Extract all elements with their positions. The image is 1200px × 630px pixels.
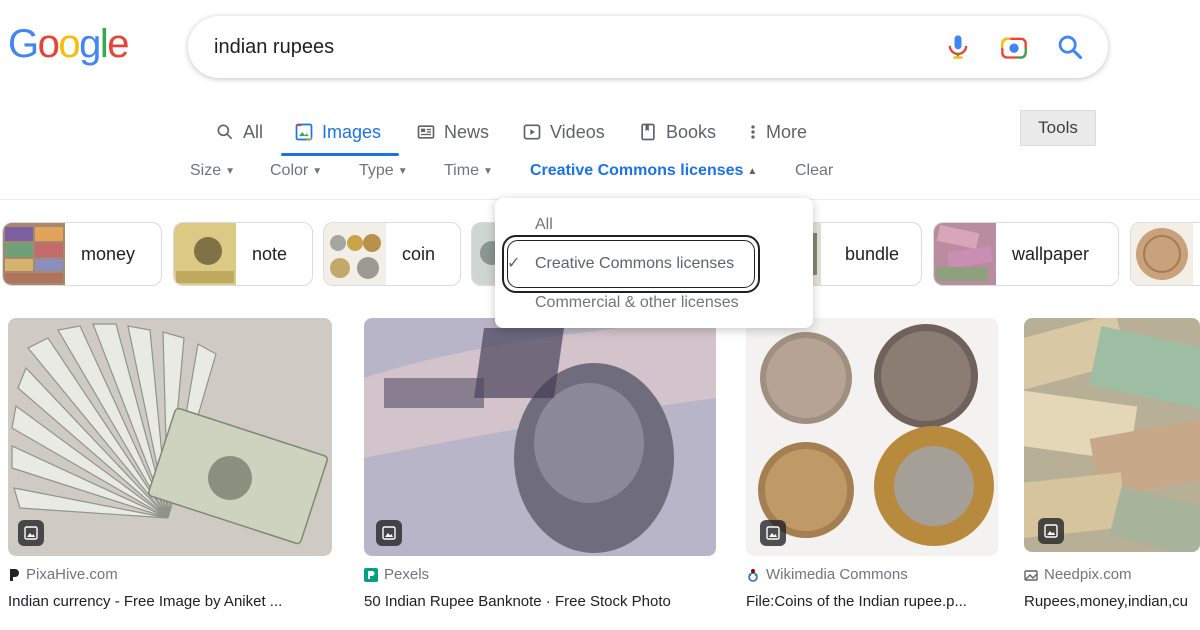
tab-all[interactable]: All [215, 108, 263, 156]
search-icon [217, 124, 233, 140]
result-image[interactable] [1024, 318, 1200, 552]
filter-label: Clear [795, 162, 834, 179]
search-icon[interactable] [1056, 33, 1084, 61]
image-icon [295, 123, 313, 141]
needpix-icon [1024, 569, 1038, 581]
chip-partial[interactable] [1130, 222, 1200, 286]
filter-usage-rights[interactable]: Creative Commons licenses ▲ [530, 162, 757, 180]
chip-thumbnail [174, 223, 236, 285]
book-icon [641, 123, 655, 141]
result-source: Pexels [364, 566, 429, 583]
menu-item-commercial[interactable]: Commercial & other licenses [535, 294, 739, 312]
filter-time[interactable]: Time ▼ [444, 162, 493, 180]
logo-letter: G [8, 22, 39, 66]
chip-thumbnail [1131, 223, 1193, 285]
kebab-icon [751, 125, 755, 139]
tab-label: More [766, 121, 808, 142]
logo-letter: o [58, 22, 80, 66]
chip-thumbnail [934, 223, 996, 285]
usage-rights-menu: All ✓ Creative Commons licenses Commerci… [495, 198, 813, 328]
tab-more[interactable]: More [748, 108, 807, 156]
filter-label: Type [359, 162, 394, 179]
image-badge-icon [760, 520, 786, 546]
search-box [188, 16, 1108, 78]
image-badge-icon [18, 520, 44, 546]
result-source-label: Wikimedia Commons [766, 566, 908, 583]
filter-size[interactable]: Size ▼ [190, 162, 235, 180]
filter-row: Size ▼ Color ▼ Type ▼ Time ▼ Creative Common… [0, 162, 1200, 188]
logo-letter: o [37, 22, 60, 66]
caret-up-icon: ▲ [747, 165, 758, 177]
filter-label: Time [444, 162, 479, 179]
filter-clear[interactable]: Clear [795, 162, 833, 180]
caret-down-icon: ▼ [482, 165, 493, 177]
caret-down-icon: ▼ [225, 165, 236, 177]
logo-letter: l [99, 22, 109, 66]
filter-label: Color [270, 162, 309, 179]
chip-label: coin [402, 243, 436, 264]
chip-label: note [252, 243, 288, 264]
highlight-ring [502, 235, 760, 293]
chip-label: wallpaper [1012, 243, 1090, 264]
result-title[interactable]: 50 Indian Rupee Banknote · Free Stock Ph… [364, 593, 716, 610]
tab-label: Books [666, 121, 717, 142]
result-source: Needpix.com [1024, 566, 1132, 583]
tab-label: News [444, 121, 490, 142]
result-image[interactable] [364, 318, 716, 556]
tab-news[interactable]: News [416, 108, 489, 156]
filter-label: Creative Commons licenses [530, 162, 744, 179]
mic-icon[interactable] [944, 33, 972, 61]
play-icon [523, 124, 541, 140]
result-title[interactable]: Indian currency - Free Image by Aniket .… [8, 593, 328, 610]
wikimedia-icon [748, 568, 758, 582]
search-input[interactable] [214, 16, 914, 78]
news-icon [417, 125, 435, 139]
filter-color[interactable]: Color ▼ [270, 162, 322, 180]
caret-down-icon: ▼ [397, 165, 408, 177]
image-badge-icon [376, 520, 402, 546]
result-title[interactable]: Rupees,money,indian,cu [1024, 593, 1200, 610]
pixahive-icon [10, 568, 19, 581]
result-source: Wikimedia Commons [746, 566, 908, 583]
chip-wallpaper[interactable]: wallpaper [933, 222, 1119, 286]
tab-books[interactable]: Books [638, 108, 716, 156]
chip-thumbnail [324, 223, 386, 285]
menu-item-all[interactable]: All [535, 216, 553, 234]
chip-coin[interactable]: coin [323, 222, 461, 286]
chip-note[interactable]: note [173, 222, 313, 286]
chip-money[interactable]: money [2, 222, 162, 286]
result-source-label: Needpix.com [1044, 566, 1132, 583]
camera-icon[interactable] [1000, 33, 1028, 61]
result-image[interactable] [8, 318, 332, 556]
chip-thumbnail [3, 223, 65, 285]
result-source-label: PixaHive.com [26, 566, 118, 583]
tab-label: Images [322, 121, 382, 142]
highlight-ring-inner [507, 240, 755, 288]
logo-letter: g [79, 22, 101, 66]
caret-down-icon: ▼ [312, 165, 323, 177]
image-badge-icon [1038, 518, 1064, 544]
result-title[interactable]: File:Coins of the Indian rupee.p... [746, 593, 998, 610]
tab-videos[interactable]: Videos [522, 108, 605, 156]
tab-label: Videos [550, 121, 605, 142]
tab-images[interactable]: Images [294, 108, 381, 156]
tools-button[interactable]: Tools [1020, 110, 1096, 146]
chip-label: money [81, 243, 136, 264]
pexels-icon [364, 567, 378, 582]
filter-label: Size [190, 162, 222, 179]
active-tab-indicator [281, 153, 399, 156]
result-source-label: Pexels [384, 566, 430, 583]
logo-letter: e [107, 22, 129, 66]
chip-label: bundle [844, 243, 899, 264]
google-logo[interactable]: Google [8, 22, 129, 67]
tab-label: All [243, 121, 264, 142]
result-image[interactable] [746, 318, 998, 556]
filter-type[interactable]: Type ▼ [359, 162, 408, 180]
result-source: PixaHive.com [8, 566, 118, 583]
